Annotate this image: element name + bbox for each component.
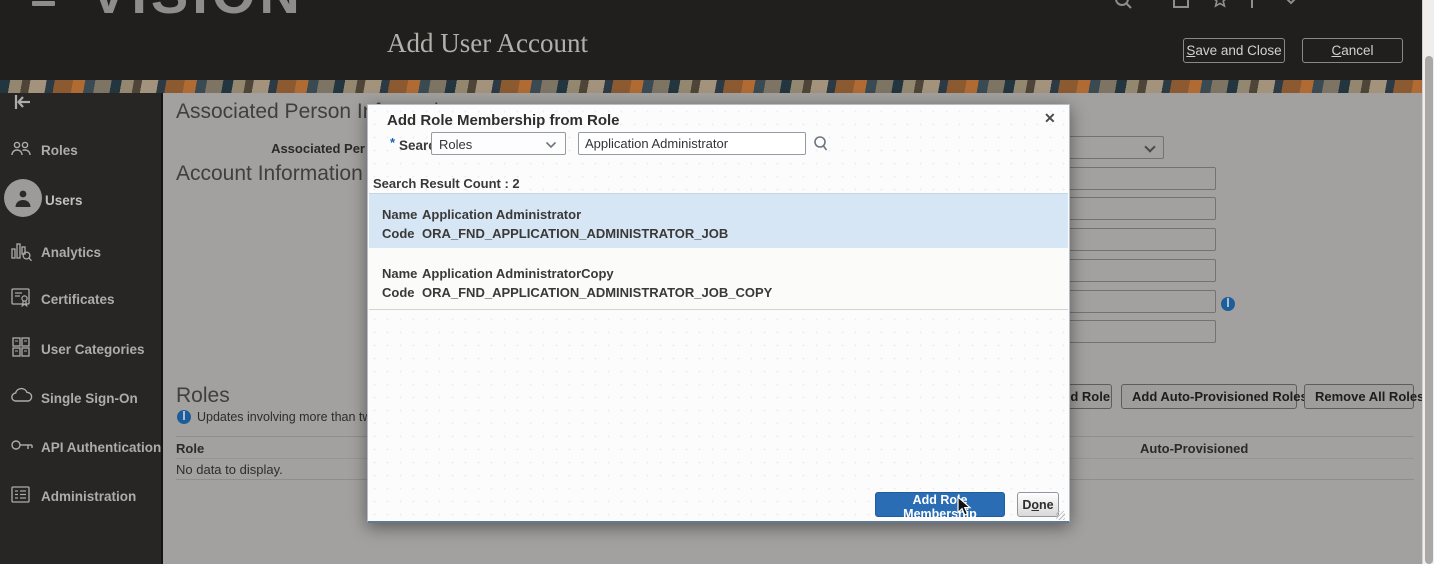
search-result-row[interactable]: Name Application Administrator Code ORA_… <box>369 193 1068 248</box>
result-name: Application AdministratorCopy <box>422 266 614 281</box>
chevron-down-icon <box>545 141 557 149</box>
administration-icon <box>9 484 33 508</box>
name-label: Name <box>382 207 410 222</box>
done-button[interactable]: Done <box>1017 492 1059 517</box>
add-role-membership-button[interactable]: Add Role Membership <box>875 492 1005 517</box>
remove-all-roles-button[interactable]: Remove All Roles <box>1304 384 1414 409</box>
search-icon[interactable] <box>1113 0 1133 10</box>
account-information-section-title: Account Information <box>176 162 363 186</box>
roles-section-title: Roles <box>176 384 230 408</box>
cancel-button[interactable]: Cancel <box>1302 38 1403 63</box>
roles-info-text: Updates involving more than tw <box>197 410 371 424</box>
bookmark-icon[interactable] <box>1171 0 1191 9</box>
api-authentication-key-icon <box>9 435 33 459</box>
search-category-select[interactable]: Roles <box>431 132 566 155</box>
role-column-header: Role <box>176 441 204 456</box>
menu-icon[interactable] <box>32 1 55 6</box>
search-icon[interactable] <box>812 135 830 153</box>
required-marker: * <box>390 135 395 150</box>
scrollbar-track[interactable] <box>1422 0 1434 564</box>
dialog-title: Add Role Membership from Role <box>387 112 620 129</box>
single-sign-on-cloud-icon <box>9 386 33 410</box>
code-label: Code <box>382 226 410 241</box>
mouse-cursor <box>957 496 973 518</box>
user-categories-icon <box>9 336 33 360</box>
results-divider <box>369 309 1068 310</box>
search-result-count: Search Result Count : 2 <box>373 176 520 191</box>
analytics-icon <box>9 240 33 264</box>
close-icon[interactable]: ✕ <box>1044 110 1056 127</box>
user-menu-chevron-icon[interactable] <box>1284 0 1298 6</box>
name-label: Name <box>382 266 410 281</box>
app-root: VISION Add User Account Save and Close C… <box>0 0 1434 564</box>
collapse-sidebar-icon[interactable] <box>14 94 38 118</box>
search-result-row[interactable]: Name Application AdministratorCopy Code … <box>369 248 1068 309</box>
result-code: ORA_FND_APPLICATION_ADMINISTRATOR_JOB <box>422 226 728 241</box>
roles-icon <box>9 138 33 162</box>
sidebar: Roles Users Analytics Certificates <box>0 93 163 564</box>
top-header: VISION Add User Account Save and Close C… <box>0 0 1434 80</box>
search-input[interactable] <box>578 132 806 155</box>
users-icon <box>12 186 36 210</box>
save-and-close-button[interactable]: Save and Close <box>1183 38 1285 63</box>
chevron-down-icon <box>1144 141 1155 152</box>
flag-icon[interactable] <box>1249 0 1265 9</box>
brand-logo: VISION <box>90 0 304 26</box>
dialog-resize-handle[interactable] <box>1056 511 1065 520</box>
auto-provisioned-column-header: Auto-Provisioned <box>1140 441 1248 456</box>
info-icon[interactable] <box>1221 297 1235 311</box>
add-role-membership-dialog: Add Role Membership from Role ✕ * Search… <box>367 104 1070 523</box>
result-name: Application Administrator <box>422 207 581 222</box>
code-label: Code <box>382 285 410 300</box>
star-icon[interactable] <box>1211 0 1229 9</box>
info-icon <box>177 410 191 424</box>
add-auto-provisioned-roles-button[interactable]: Add Auto-Provisioned Roles <box>1121 384 1297 409</box>
decorative-banner <box>0 80 1434 93</box>
page-title: Add User Account <box>387 28 588 59</box>
result-code: ORA_FND_APPLICATION_ADMINISTRATOR_JOB_CO… <box>422 285 772 300</box>
associated-person-field-label: Associated Per <box>176 141 365 156</box>
certificates-icon <box>9 287 33 311</box>
scrollbar-thumb[interactable] <box>1425 56 1433 564</box>
empty-table-message: No data to display. <box>176 462 283 477</box>
